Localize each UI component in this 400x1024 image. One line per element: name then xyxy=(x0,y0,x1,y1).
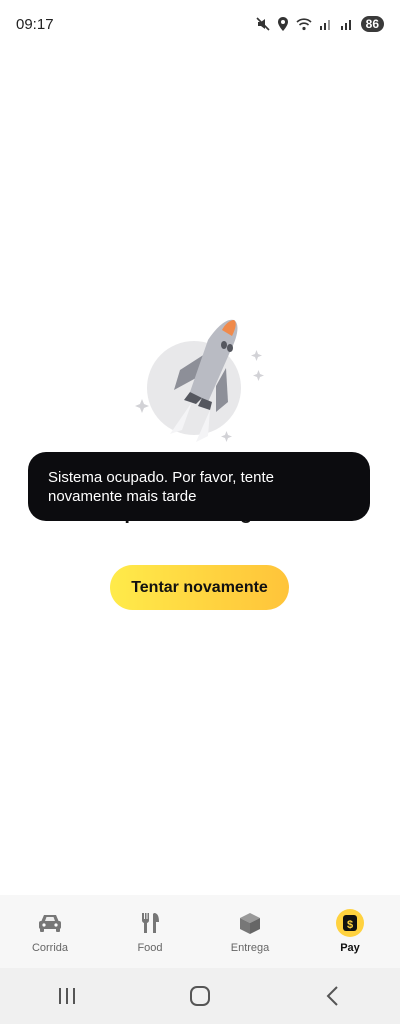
battery-indicator: 86 xyxy=(360,16,384,32)
error-toast: Sistema ocupado. Por favor, tente novame… xyxy=(28,452,370,521)
status-time: 09:17 xyxy=(16,15,54,33)
home-button[interactable] xyxy=(170,976,230,1016)
retry-button[interactable]: Tentar novamente xyxy=(110,565,289,610)
bottom-nav: Corrida Food Entrega $ Pay xyxy=(0,895,400,968)
nav-item-corrida[interactable]: Corrida xyxy=(0,895,100,968)
nav-label-food: Food xyxy=(137,942,163,954)
status-bar: 09:17 86 xyxy=(0,0,400,48)
back-button[interactable] xyxy=(303,976,363,1016)
car-icon xyxy=(35,910,65,936)
wifi-icon xyxy=(296,17,312,31)
location-icon xyxy=(277,17,289,31)
nav-item-food[interactable]: Food xyxy=(100,895,200,968)
nav-label-entrega: Entrega xyxy=(230,942,270,954)
nav-label-corrida: Corrida xyxy=(31,942,69,954)
svg-text:$: $ xyxy=(347,919,353,931)
system-nav-bar xyxy=(0,968,400,1024)
rocket-illustration xyxy=(130,312,270,447)
mute-icon xyxy=(256,17,270,31)
nav-item-pay[interactable]: $ Pay xyxy=(300,895,400,968)
nav-label-pay: Pay xyxy=(340,942,360,954)
recent-apps-button[interactable] xyxy=(37,976,97,1016)
signal-icon xyxy=(319,17,333,31)
toast-message: Sistema ocupado. Por favor, tente novame… xyxy=(48,469,274,505)
status-icons: 86 xyxy=(256,16,384,32)
signal-icon xyxy=(340,17,354,31)
fork-knife-icon xyxy=(135,910,165,936)
wallet-dollar-icon: $ xyxy=(335,909,365,937)
nav-item-entrega[interactable]: Entrega xyxy=(200,895,300,968)
box-icon xyxy=(235,910,265,936)
